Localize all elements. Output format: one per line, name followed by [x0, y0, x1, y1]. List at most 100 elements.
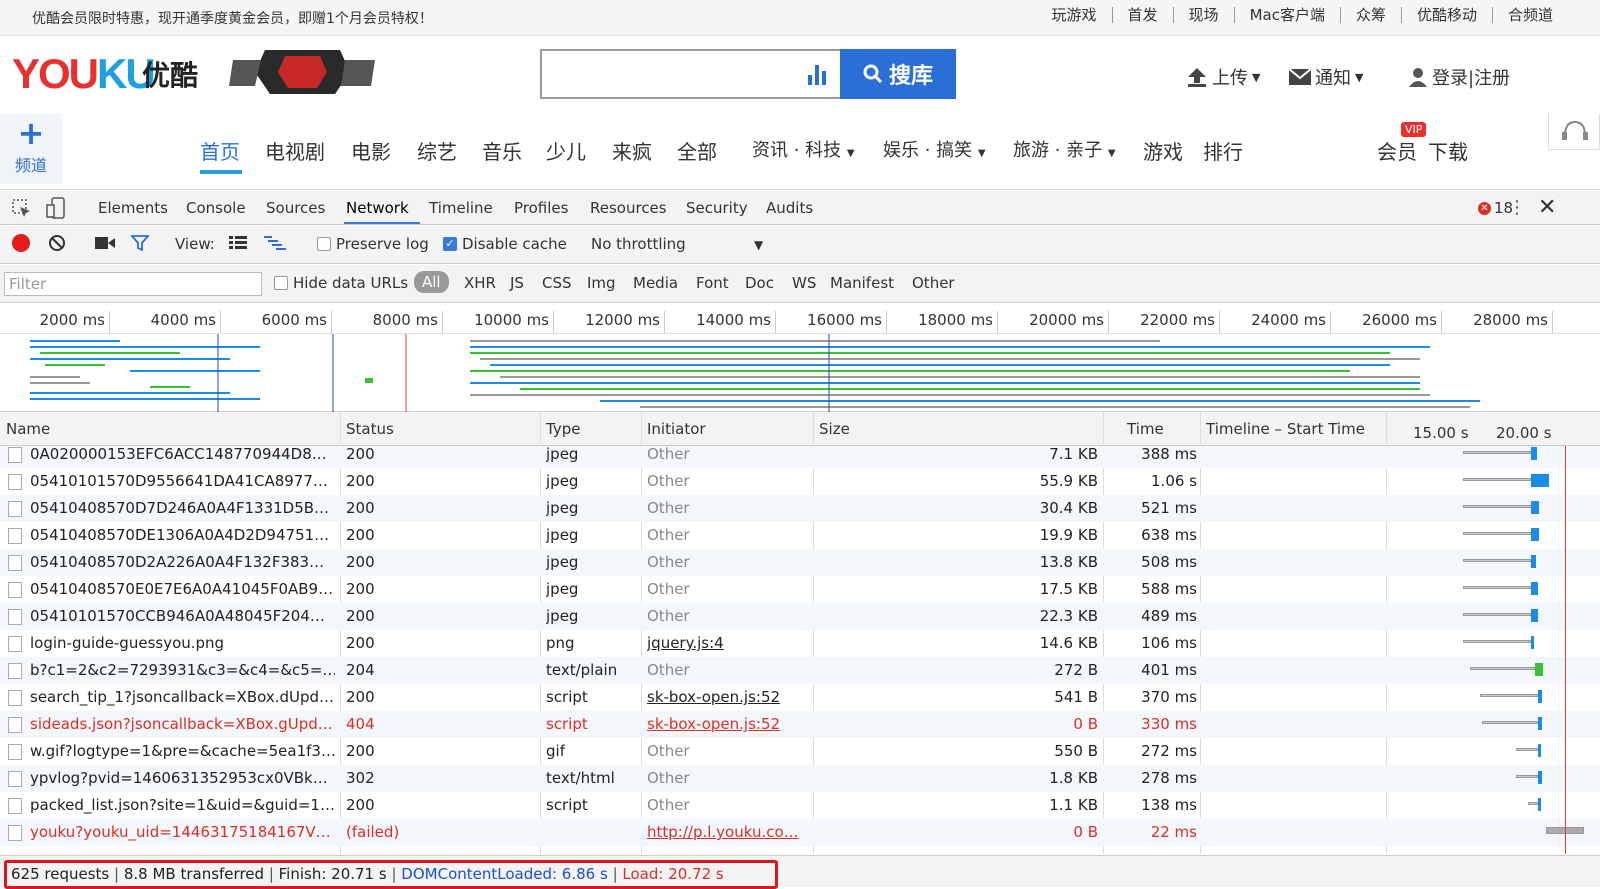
help-button[interactable]	[1548, 114, 1600, 150]
table-row[interactable]: 05410408570D7D246A0A4F1331D5B… 200 jpeg …	[0, 495, 1600, 522]
table-row[interactable]: w.gif?logtype=1&pre=&cache=5ea1f3… 200 g…	[0, 738, 1600, 765]
nav-laifeng[interactable]: 来疯	[612, 136, 652, 165]
tab-timeline[interactable]: Timeline	[429, 199, 493, 217]
disable-cache-checkbox[interactable]: ✓ Disable cache	[443, 235, 567, 253]
search-button[interactable]: 搜库	[840, 49, 956, 99]
overview-waterfall-icon[interactable]	[264, 236, 286, 250]
nav-all[interactable]: 全部	[677, 136, 717, 165]
top-link-mac-client[interactable]: Mac客户端	[1233, 7, 1340, 23]
filter-type-media[interactable]: Media	[633, 274, 678, 292]
filter-type-img[interactable]: Img	[587, 274, 616, 292]
top-link-games[interactable]: 玩游戏	[1037, 7, 1112, 23]
ruler-tick: 2000 ms	[0, 311, 110, 333]
ruler-tick: 20000 ms	[999, 311, 1109, 333]
filter-type-js[interactable]: JS	[510, 274, 524, 292]
search-input[interactable]	[540, 49, 840, 99]
filter-type-xhr[interactable]: XHR	[464, 274, 496, 292]
tab-resources[interactable]: Resources	[590, 199, 667, 217]
table-row[interactable]: b?c1=2&c2=7293931&c3=&c4=&c5=… 204 text/…	[0, 657, 1600, 684]
filter-type-manifest[interactable]: Manifest	[830, 274, 894, 292]
throttling-select[interactable]: No throttling	[591, 235, 686, 253]
nav-travel-family[interactable]: 旅游 · 亲子 ▼	[1013, 136, 1116, 162]
tab-network[interactable]: Network	[346, 199, 409, 217]
nav-movie[interactable]: 电影	[351, 136, 391, 165]
tab-security[interactable]: Security	[686, 199, 748, 217]
voice-search-icon[interactable]	[806, 63, 828, 85]
nav-ranking[interactable]: 排行	[1203, 136, 1243, 165]
table-row[interactable]: 05410101570D9556641DA41CA8977… 200 jpeg …	[0, 468, 1600, 495]
table-row[interactable]: sideads.json?jsoncallback=XBox.gUpd… 404…	[0, 711, 1600, 738]
tab-sources[interactable]: Sources	[266, 199, 325, 217]
filter-type-font[interactable]: Font	[696, 274, 729, 292]
promo-bar: 优酷会员限时特惠，现开通季度黄金会员，即赠1个月会员特权！ 玩游戏 首发 现场 …	[0, 0, 1600, 36]
tab-audits[interactable]: Audits	[766, 199, 813, 217]
filter-type-all[interactable]: All	[414, 271, 449, 293]
nav-news-tech[interactable]: 资讯 · 科技 ▼	[752, 136, 855, 162]
clear-icon[interactable]	[48, 234, 66, 252]
table-row[interactable]: 05410408570D2A226A0A4F132F383… 200 jpeg …	[0, 549, 1600, 576]
filter-type-other[interactable]: Other	[912, 274, 955, 292]
record-icon[interactable]	[12, 234, 30, 252]
table-row[interactable]: 05410408570E0E7E6A0A41045F0AB9… 200 jpeg…	[0, 576, 1600, 603]
col-name-header[interactable]: Name	[6, 420, 50, 438]
channel-button[interactable]: + 频道	[0, 114, 62, 184]
inspect-element-icon[interactable]	[12, 199, 32, 219]
col-initiator-header[interactable]: Initiator	[647, 420, 706, 438]
top-link-live[interactable]: 现场	[1172, 7, 1234, 23]
initiator-link[interactable]: sk-box-open.js:52	[647, 688, 780, 706]
tab-console[interactable]: Console	[186, 199, 246, 217]
login-register[interactable]: 登录|注册	[1408, 64, 1510, 90]
nav-tv[interactable]: 电视剧	[265, 136, 325, 165]
large-rows-icon[interactable]	[229, 236, 247, 250]
table-row[interactable]: 05410101570CCB946A0A48045F204… 200 jpeg …	[0, 603, 1600, 630]
nav-member[interactable]: 会员	[1377, 136, 1417, 165]
top-link-premiere[interactable]: 首发	[1111, 7, 1173, 23]
table-row[interactable]: 0A020000153EFC6ACC148770944D8… 200 jpeg …	[0, 446, 1600, 468]
nav-music[interactable]: 音乐	[482, 136, 522, 165]
col-type-header[interactable]: Type	[546, 420, 580, 438]
nav-ent-fun[interactable]: 娱乐 · 搞笑 ▼	[883, 136, 986, 162]
nav-games[interactable]: 游戏	[1143, 136, 1183, 165]
table-row[interactable]: 05410408570DE1306A0A4D2D94751… 200 jpeg …	[0, 522, 1600, 549]
notify-menu[interactable]: 通知 ▼	[1289, 64, 1363, 90]
filter-input[interactable]: Filter	[4, 272, 262, 296]
top-link-mobile[interactable]: 优酷移动	[1400, 7, 1492, 23]
device-mode-icon[interactable]	[46, 197, 66, 219]
preserve-log-checkbox[interactable]: Preserve log	[317, 235, 429, 253]
nav-variety[interactable]: 综艺	[417, 136, 457, 165]
hide-data-urls-checkbox[interactable]: Hide data URLs	[274, 274, 408, 292]
col-timeline-header[interactable]: Timeline – Start Time	[1206, 420, 1365, 438]
filter-type-css[interactable]: CSS	[542, 274, 572, 292]
close-devtools-icon[interactable]: ✕	[1538, 195, 1556, 220]
network-overview[interactable]	[0, 334, 1600, 412]
nav-kids[interactable]: 少儿	[546, 136, 586, 165]
tab-elements[interactable]: Elements	[98, 199, 168, 217]
nav-download[interactable]: 下载	[1428, 136, 1468, 165]
initiator-link[interactable]: sk-box-open.js:52	[647, 715, 780, 733]
table-row[interactable]: search_tip_1?jsoncallback=XBox.dUpd… 200…	[0, 684, 1600, 711]
tab-profiles[interactable]: Profiles	[514, 199, 568, 217]
upload-menu[interactable]: 上传 ▼	[1186, 64, 1260, 90]
table-row[interactable]: packed_list.json?site=1&uid=&guid=1… 200…	[0, 792, 1600, 819]
dropdown-arrow-icon[interactable]: ▼	[754, 238, 763, 252]
nav-home[interactable]: 首页	[200, 136, 240, 165]
filter-type-ws[interactable]: WS	[792, 274, 816, 292]
col-status-header[interactable]: Status	[346, 420, 394, 438]
top-link-crowdfunding[interactable]: 众筹	[1339, 7, 1401, 23]
youku-logo[interactable]: YOUKU	[12, 50, 156, 98]
filter-icon[interactable]	[131, 235, 149, 251]
col-time-header[interactable]: Time	[1127, 420, 1164, 438]
more-options-icon[interactable]: ⋮	[1508, 197, 1526, 218]
top-link-channel[interactable]: 合频道	[1491, 7, 1568, 23]
filter-type-doc[interactable]: Doc	[745, 274, 774, 292]
capture-screenshots-icon[interactable]	[95, 236, 115, 250]
initiator-link[interactable]: http://p.l.youku.co…	[647, 823, 809, 841]
table-row[interactable]: youku?youku_uid=14463175184167V… (failed…	[0, 819, 1600, 846]
youku-logo-cn[interactable]: 优酷	[142, 54, 198, 94]
show-promo-logo[interactable]	[225, 46, 380, 98]
table-row[interactable]: login-guide-guessyou.png 200 png jquery.…	[0, 630, 1600, 657]
table-row[interactable]: ypvlog?pvid=1460631352953cx0VBk… 302 tex…	[0, 765, 1600, 792]
col-size-header[interactable]: Size	[819, 420, 850, 438]
initiator-link[interactable]: jquery.js:4	[647, 634, 724, 652]
promo-text[interactable]: 优酷会员限时特惠，现开通季度黄金会员，即赠1个月会员特权！	[32, 8, 433, 28]
